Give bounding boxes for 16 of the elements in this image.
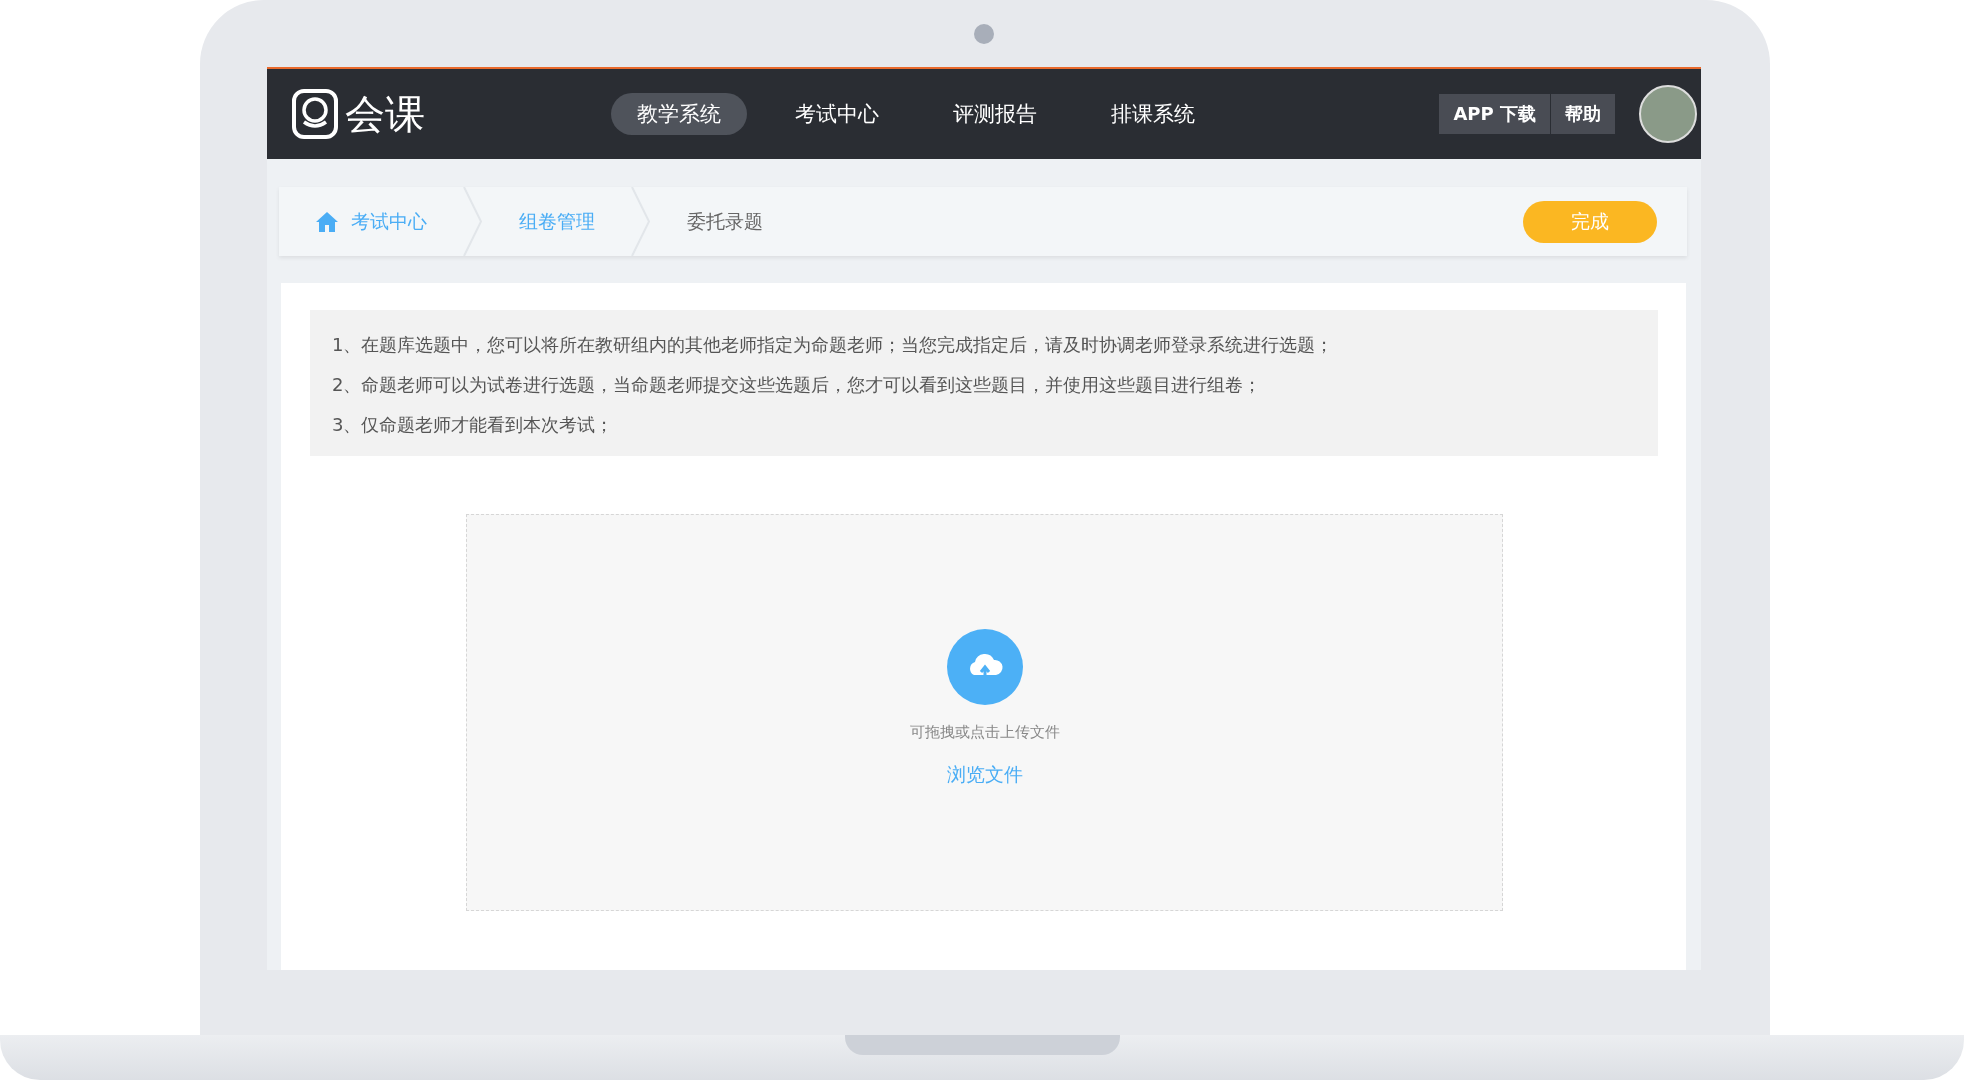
breadcrumb-link[interactable]: 委托录题	[651, 208, 799, 235]
upload-hint: 可拖拽或点击上传文件	[909, 723, 1060, 742]
home-icon	[315, 210, 339, 233]
note-text: 3、仅命题老师才能看到本次考试；	[332, 413, 615, 437]
nav-tab[interactable]: 教学系统	[611, 93, 747, 135]
nav-tab[interactable]: 考试中心	[769, 93, 905, 135]
header-button[interactable]: 帮助	[1550, 94, 1615, 134]
avatar[interactable]	[1639, 85, 1697, 143]
camera-dot	[974, 24, 994, 44]
nav-tab[interactable]: 评测报告	[927, 93, 1063, 135]
logo-icon	[291, 88, 339, 140]
header-button[interactable]: APP 下载	[1438, 94, 1550, 134]
nav-tab[interactable]: 排课系统	[1085, 93, 1221, 135]
brand-name: 会课	[345, 89, 425, 139]
note-text: 1、在题库选题中，您可以将所在教研组内的其他老师指定为命题老师；当您完成指定后，请及时协调老师登录系统进行选题；	[332, 333, 1335, 357]
note-text: 2、命题老师可以为试卷进行选题，当命题老师提交这些选题后，您才可以看到这些题目，并使用这些题目进行组卷；	[332, 373, 1263, 397]
